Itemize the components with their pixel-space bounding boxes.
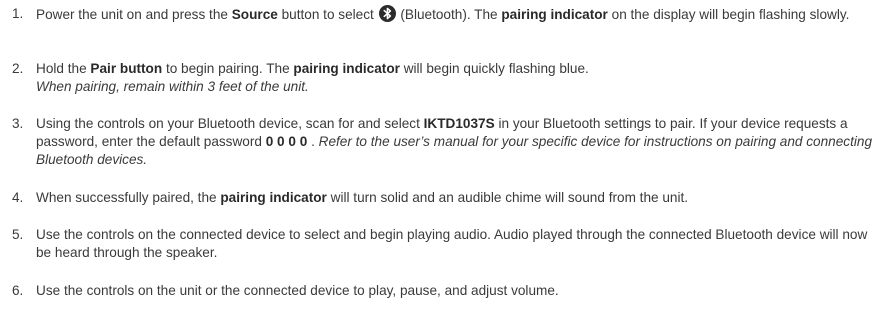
instructions-list: 1. Power the unit on and press the Sourc… (0, 0, 889, 318)
step-number: 1. (12, 6, 24, 21)
pairing-indicator-label: pairing indicator (293, 61, 400, 76)
bluetooth-icon (378, 5, 396, 22)
step-number: 2. (12, 61, 24, 76)
step-text: When successfully paired, the pairing in… (36, 190, 689, 205)
step-text: Use the controls on the unit or the conn… (36, 283, 559, 298)
step-text: Using the controls on your Bluetooth dev… (36, 116, 873, 167)
device-name: IKTD1037S (423, 116, 495, 131)
step-3: 3. Using the controls on your Bluetooth … (12, 115, 884, 169)
step-6: 6. Use the controls on the unit or the c… (12, 282, 884, 300)
pairing-indicator-label: pairing indicator (501, 7, 608, 22)
step-2: 2. Hold the Pair button to begin pairing… (12, 60, 884, 96)
pair-button-label: Pair button (90, 61, 163, 76)
step-number: 5. (12, 227, 24, 242)
step-text: Hold the Pair button to begin pairing. T… (36, 61, 589, 94)
step-1: 1. Power the unit on and press the Sourc… (12, 5, 884, 24)
step-4: 4. When successfully paired, the pairing… (12, 189, 884, 207)
step-5: 5. Use the controls on the connected dev… (12, 226, 884, 262)
default-password: 0 0 0 0 (265, 134, 308, 149)
pairing-note: When pairing, remain within 3 feet of th… (36, 79, 309, 94)
step-number: 3. (12, 116, 24, 131)
pairing-indicator-label: pairing indicator (220, 190, 327, 205)
step-text: Power the unit on and press the Source b… (36, 5, 850, 22)
step-number: 6. (12, 283, 24, 298)
source-label: Source (231, 7, 278, 22)
step-number: 4. (12, 190, 24, 205)
step-text: Use the controls on the connected device… (36, 227, 868, 260)
